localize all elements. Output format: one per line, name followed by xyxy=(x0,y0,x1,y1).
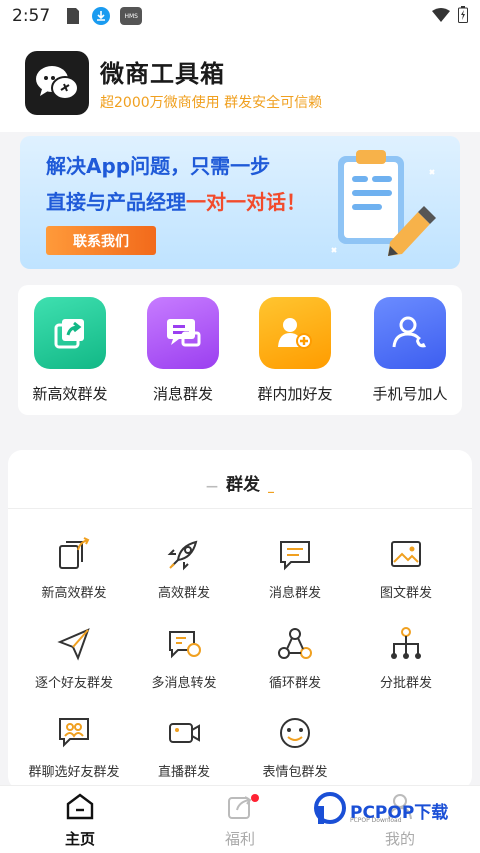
grid-item-label: 消息群发 xyxy=(268,586,321,601)
copy-share-icon xyxy=(54,534,94,574)
sim-card-icon xyxy=(64,7,82,25)
grid-item-label: 多消息转发 xyxy=(151,676,217,691)
app-header: 微商工具箱 超2000万微商使用 群发安全可信赖 xyxy=(0,32,480,132)
grid-item-label: 逐个好友群发 xyxy=(34,676,113,691)
watermark-subtext: PCPOP Download xyxy=(350,817,402,824)
grid-item-label: 分批群发 xyxy=(379,676,432,691)
app-slogan: 超2000万微商使用 群发安全可信赖 xyxy=(100,95,323,111)
grid-item-new-efficient-broadcast[interactable]: 新高效群发 xyxy=(16,534,132,601)
grid-item-efficient-broadcast[interactable]: 高效群发 xyxy=(126,534,242,601)
grid-item-group-chat-friends-broadcast[interactable]: 群聊选好友群发 xyxy=(16,713,132,780)
forward-messages-icon xyxy=(164,624,204,664)
video-camera-icon xyxy=(164,713,204,753)
section-divider xyxy=(8,508,472,509)
quick-action-label: 新高效群发 xyxy=(32,385,108,403)
share-icon xyxy=(34,297,106,369)
contact-us-button[interactable]: 联系我们 xyxy=(46,226,156,255)
grid-item-label: 高效群发 xyxy=(157,586,210,601)
quick-action-message-broadcast[interactable]: 消息群发 xyxy=(128,297,238,404)
battery-icon xyxy=(458,5,468,27)
grid-item-cycle-broadcast[interactable]: 循环群发 xyxy=(237,624,353,691)
grid-item-label: 循环群发 xyxy=(268,676,321,691)
grid-item-live-broadcast[interactable]: 直播群发 xyxy=(126,713,242,780)
promo-banner[interactable]: 解决App问题，只需一步 直接与产品经理一对一对话！ 联系我们 xyxy=(20,136,460,269)
banner-subline-prefix: 直接与产品经理 xyxy=(46,190,186,214)
hms-label: HMS xyxy=(124,12,138,20)
status-right xyxy=(432,5,468,27)
quick-action-add-group-friends[interactable]: 群内加好友 xyxy=(240,297,350,404)
phone-contact-icon xyxy=(374,297,446,369)
rocket-icon xyxy=(164,534,204,574)
tab-welfare[interactable]: 福利 xyxy=(200,792,280,849)
banner-headline: 解决App问题，只需一步 xyxy=(46,154,271,178)
tab-label: 福利 xyxy=(224,830,255,848)
section-title: 群发 xyxy=(8,470,472,495)
app-logo xyxy=(25,51,89,115)
add-friend-icon xyxy=(259,297,331,369)
quick-action-label: 消息群发 xyxy=(152,385,213,403)
image-icon xyxy=(386,534,426,574)
app-title: 微商工具箱 xyxy=(100,60,225,88)
grid-item-label: 新高效群发 xyxy=(41,586,107,601)
grid-item-one-by-one-broadcast[interactable]: 逐个好友群发 xyxy=(16,624,132,691)
banner-subline-highlight: 一对一对话！ xyxy=(186,190,306,214)
notification-dot xyxy=(251,794,259,802)
grid-item-multi-message-forward[interactable]: 多消息转发 xyxy=(126,624,242,691)
clipboard-pencil-illustration-icon xyxy=(330,142,440,262)
download-icon xyxy=(92,7,111,25)
quick-actions-panel: 新高效群发 消息群发 群内加好友 手机号加人 xyxy=(18,285,462,415)
grid-item-batch-broadcast[interactable]: 分批群发 xyxy=(348,624,464,691)
branch-icon xyxy=(386,624,426,664)
message-icon xyxy=(147,297,219,369)
quick-action-add-by-phone[interactable]: 手机号加人 xyxy=(355,297,465,404)
quick-action-new-efficient-broadcast[interactable]: 新高效群发 xyxy=(15,297,125,404)
quick-action-label: 群内加好友 xyxy=(257,385,333,403)
grid-item-label: 群聊选好友群发 xyxy=(28,765,120,780)
grid-item-label: 直播群发 xyxy=(157,765,210,780)
status-bar: 2:57 HMS xyxy=(0,0,480,32)
paper-plane-icon xyxy=(54,624,94,664)
tab-home[interactable]: 主页 xyxy=(40,792,120,849)
grid-item-label: 图文群发 xyxy=(379,586,432,601)
pcpop-logo-icon xyxy=(314,792,346,828)
grid-item-label: 表情包群发 xyxy=(262,765,328,780)
cycle-nodes-icon xyxy=(275,624,315,664)
group-chat-icon xyxy=(54,713,94,753)
grid-item-message-broadcast[interactable]: 消息群发 xyxy=(237,534,353,601)
pcpop-watermark: PCPOP下载 PCPOP Download xyxy=(314,790,464,830)
banner-subline: 直接与产品经理一对一对话！ xyxy=(46,186,306,215)
grid-item-image-text-broadcast[interactable]: 图文群发 xyxy=(348,534,464,601)
home-icon xyxy=(65,792,95,824)
quick-action-label: 手机号加人 xyxy=(372,385,448,403)
broadcast-section: 群发 新高效群发 高效群发 消息群发 图文群发 逐个好友群发 xyxy=(8,450,472,790)
smile-icon xyxy=(275,713,315,753)
chat-lines-icon xyxy=(275,534,315,574)
status-time: 2:57 xyxy=(12,6,51,26)
tab-label: 我的 xyxy=(384,830,415,848)
grid-item-sticker-broadcast[interactable]: 表情包群发 xyxy=(237,713,353,780)
tab-label: 主页 xyxy=(64,830,95,848)
hms-icon: HMS xyxy=(120,7,143,25)
wifi-icon xyxy=(432,7,450,26)
